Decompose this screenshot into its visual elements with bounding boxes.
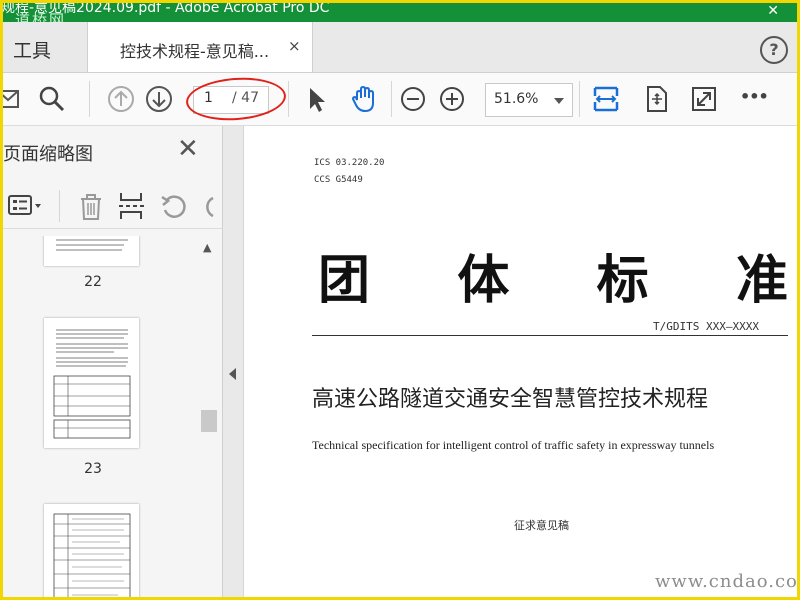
redo-rotate-icon[interactable]	[199, 192, 219, 220]
tab-close-icon[interactable]: ×	[288, 37, 301, 55]
select-cursor-icon[interactable]	[301, 84, 331, 114]
doc-heading-char: 标	[596, 250, 649, 311]
panel-title: 页面缩略图	[3, 144, 93, 165]
doc-ccs-code: CCS G5449	[314, 175, 363, 185]
thumbnail-list: 22 23	[3, 236, 222, 597]
main-toolbar: 1 / 47 51.6% •••	[3, 73, 797, 126]
toolbar-separator	[288, 81, 289, 117]
tab-bar: 工具 控技术规程-意见稿... × ?	[3, 22, 797, 73]
chevron-down-icon	[554, 98, 564, 104]
acrobat-window: 规程-意见稿2024.09.pdf - Adobe Acrobat Pro DC…	[3, 3, 797, 597]
panel-collapse-gutter[interactable]	[223, 126, 244, 597]
doc-divider	[312, 335, 788, 336]
search-icon[interactable]	[37, 84, 67, 114]
panel-close-icon[interactable]: ✕	[177, 134, 199, 164]
next-page-icon[interactable]	[144, 84, 174, 114]
tab-tools[interactable]: 工具	[13, 36, 51, 63]
zoom-value: 51.6%	[494, 91, 539, 107]
page-thumbnails-panel: 页面缩略图 ✕ 22 23 ▲	[3, 126, 223, 597]
insert-page-icon[interactable]	[117, 190, 145, 222]
tab-document[interactable]: 控技术规程-意见稿... ×	[87, 22, 313, 72]
collapse-panel-icon[interactable]	[229, 368, 236, 380]
envelope-icon[interactable]	[3, 84, 25, 114]
window-close-icon[interactable]: ✕	[767, 3, 779, 20]
doc-ics-code: ICS 03.220.20	[314, 158, 385, 168]
thumbnail-23-content	[53, 329, 131, 439]
options-menu-icon[interactable]	[7, 192, 45, 220]
thumbnail-scrollbar[interactable]: ▲	[199, 236, 219, 597]
title-bar: 规程-意见稿2024.09.pdf - Adobe Acrobat Pro DC…	[3, 3, 797, 22]
zoom-in-icon[interactable]	[437, 84, 467, 114]
document-view[interactable]: ICS 03.220.20 CCS G5449 团 体 标 准 T/GDITS …	[244, 126, 797, 597]
panel-toolbar	[3, 184, 222, 229]
doc-heading: 团 体 标 准	[318, 238, 788, 313]
scroll-up-icon[interactable]: ▲	[203, 241, 211, 254]
fit-width-icon[interactable]	[591, 84, 621, 114]
doc-heading-char: 团	[318, 250, 371, 311]
toolbar-separator	[579, 81, 580, 117]
undo-rotate-icon[interactable]	[159, 192, 187, 220]
hand-tool-icon[interactable]	[349, 84, 379, 114]
doc-heading-char: 体	[457, 250, 510, 311]
zoom-out-icon[interactable]	[398, 84, 428, 114]
thumbnail-label-23: 23	[84, 461, 102, 477]
title-watermark: 道桥网	[15, 11, 67, 22]
doc-standard-number: T/GDITS XXX—XXXX	[653, 320, 759, 333]
thumbnail-page-24[interactable]	[44, 504, 139, 597]
doc-heading-char: 准	[735, 250, 788, 311]
thumbnail-22-content	[56, 239, 128, 251]
panel-separator	[59, 190, 60, 222]
red-annotation-circle	[184, 74, 288, 124]
thumbnail-page-23[interactable]	[44, 318, 139, 448]
toolbar-separator	[391, 81, 392, 117]
more-options-icon[interactable]: •••	[740, 87, 770, 117]
previous-page-icon[interactable]	[106, 84, 136, 114]
thumbnail-label-22: 22	[84, 274, 102, 290]
thumbnail-24-content	[53, 513, 131, 597]
full-screen-icon[interactable]	[689, 84, 719, 114]
doc-draft-label: 征求意见稿	[514, 519, 569, 532]
site-watermark: www.cndao.com	[655, 571, 797, 592]
toolbar-separator	[89, 81, 90, 117]
doc-title-english: Technical specification for intelligent …	[312, 438, 715, 452]
scrollbar-thumb[interactable]	[201, 410, 217, 432]
rotate-page-icon[interactable]	[641, 84, 671, 114]
zoom-select[interactable]: 51.6%	[485, 83, 573, 117]
trash-icon[interactable]	[77, 192, 105, 222]
doc-title-chinese: 高速公路隧道交通安全智慧管控技术规程	[312, 387, 709, 412]
thumbnail-page-22[interactable]	[44, 236, 139, 266]
help-button[interactable]: ?	[760, 36, 788, 64]
tab-document-label: 控技术规程-意见稿...	[120, 42, 270, 61]
